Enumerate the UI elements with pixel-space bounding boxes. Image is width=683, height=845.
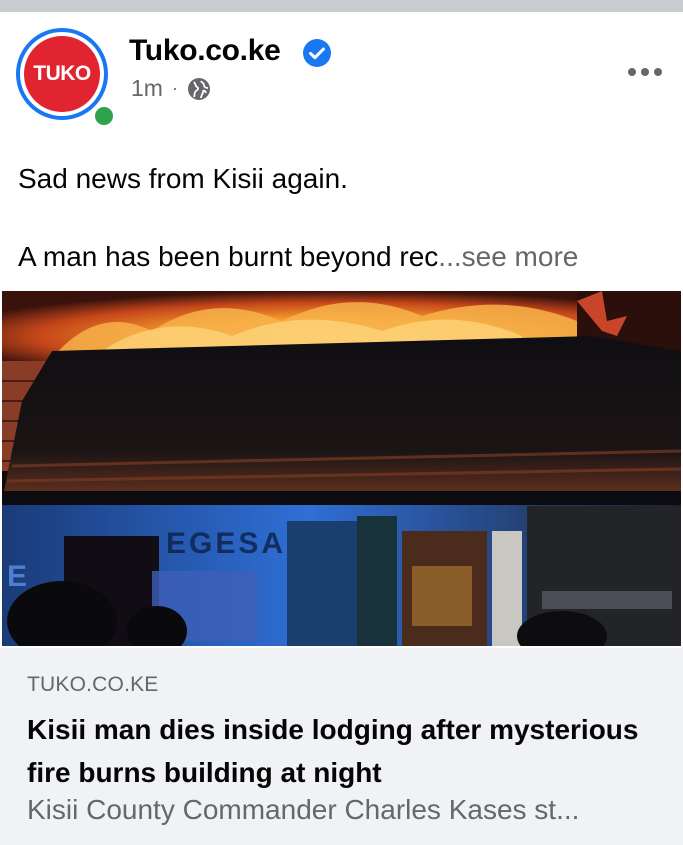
post-text-line1: Sad news from Kisii again. bbox=[18, 163, 348, 194]
story-ring: TUKO bbox=[16, 28, 108, 120]
link-preview-card[interactable]: TUKO.CO.KE Kisii man dies inside lodging… bbox=[0, 648, 683, 845]
link-description: Kisii County Commander Charles Kases st.… bbox=[27, 794, 580, 825]
link-headline[interactable]: Kisii man dies inside lodging after myst… bbox=[27, 708, 657, 794]
post-timestamp[interactable]: 1m bbox=[131, 75, 163, 102]
post-header: TUKO Tuko.co.ke 1m · bbox=[0, 12, 683, 142]
top-divider-bar bbox=[0, 0, 683, 12]
active-status-dot bbox=[92, 104, 116, 128]
page-name-link[interactable]: Tuko.co.ke bbox=[129, 34, 281, 68]
tuko-logo: TUKO bbox=[24, 36, 100, 112]
post-image[interactable]: EGESA E bbox=[2, 291, 681, 646]
globe-icon bbox=[187, 77, 210, 100]
post-text-truncated: A man has been burnt beyond rec bbox=[18, 241, 439, 272]
post-meta: 1m · bbox=[131, 75, 211, 102]
sign-text: EGESA bbox=[166, 527, 286, 560]
logo-text: TUKO bbox=[33, 62, 91, 85]
link-domain: TUKO.CO.KE bbox=[27, 673, 159, 696]
see-more-link[interactable]: ...see more bbox=[438, 241, 578, 272]
verified-badge-icon bbox=[303, 39, 331, 67]
left-sign-char: E bbox=[7, 560, 27, 593]
meta-separator: · bbox=[171, 78, 178, 98]
post-text-line2: A man has been burnt beyond rec...see mo… bbox=[18, 238, 578, 276]
page-avatar[interactable]: TUKO bbox=[16, 28, 116, 128]
fire-photo: EGESA E bbox=[2, 291, 681, 646]
more-options-icon[interactable] bbox=[627, 67, 663, 77]
